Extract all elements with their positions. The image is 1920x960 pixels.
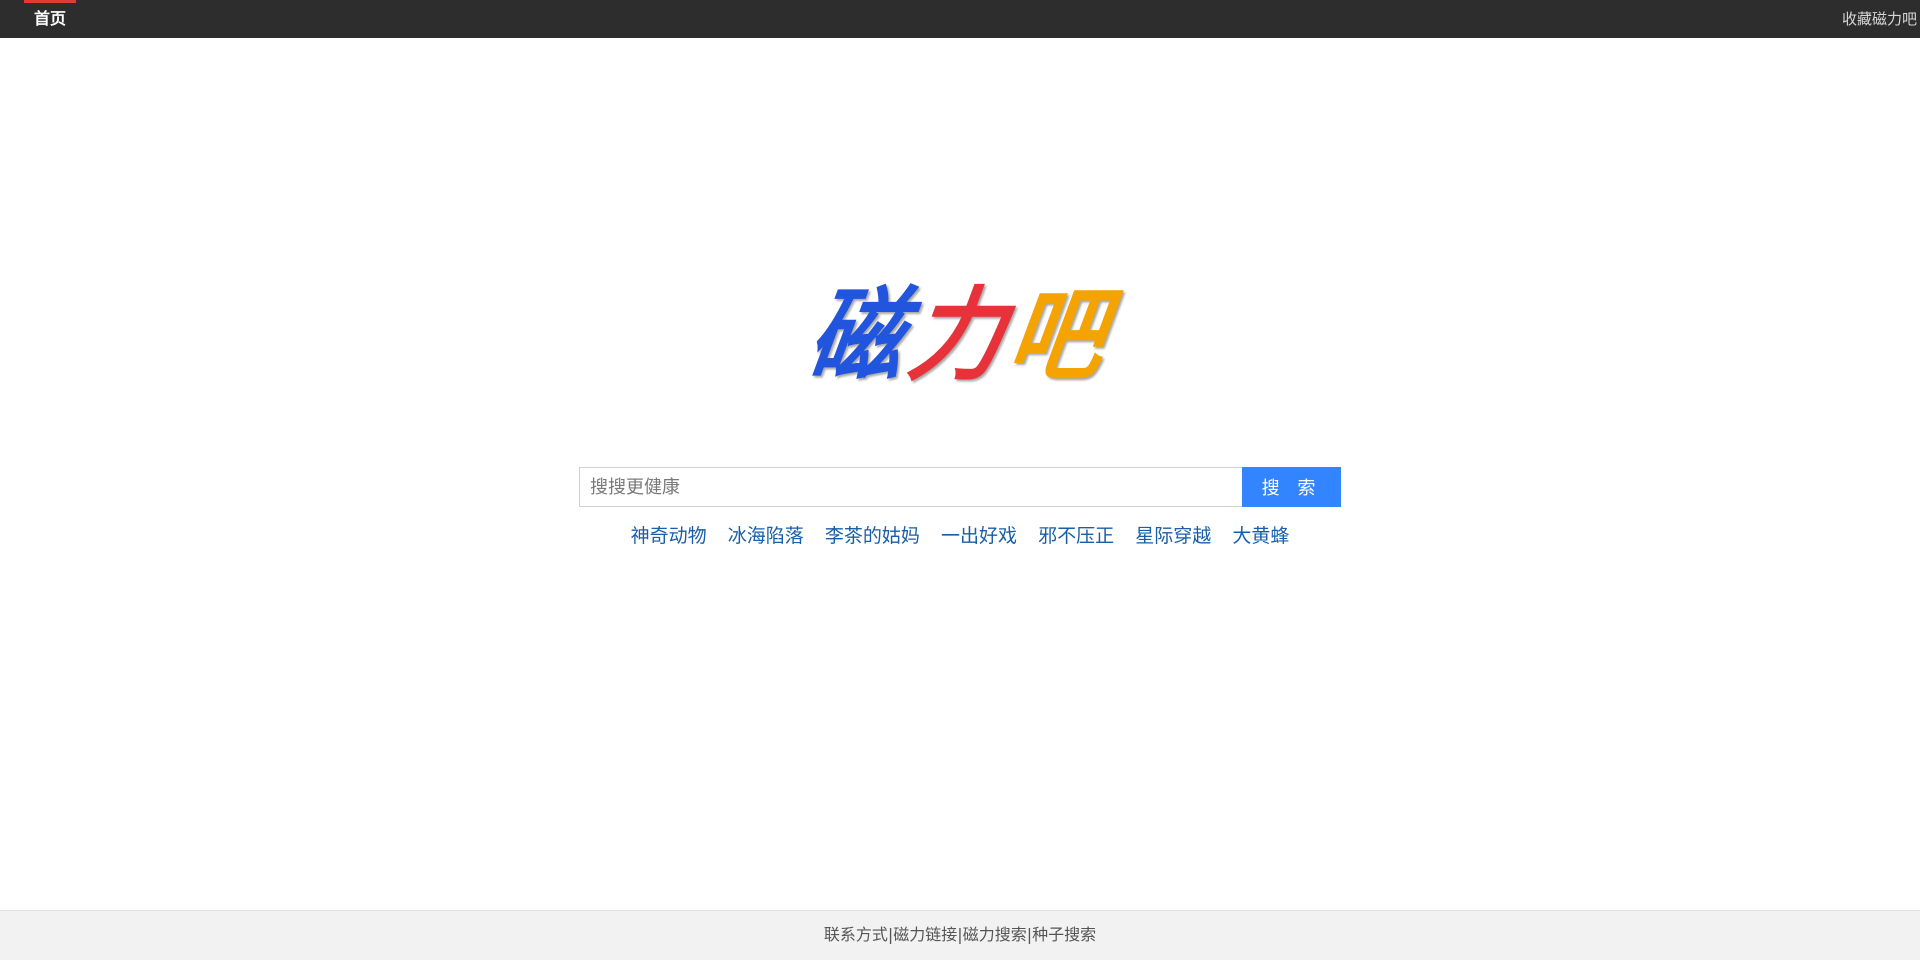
search-form: 搜 索	[579, 467, 1341, 507]
hot-link[interactable]: 大黄蜂	[1232, 522, 1289, 550]
hot-link[interactable]: 一出好戏	[941, 522, 1017, 550]
search-input[interactable]	[579, 467, 1242, 507]
footer-link-torrent-search[interactable]: 种子搜索	[1032, 925, 1096, 944]
hot-search-links: 神奇动物 冰海陷落 李茶的姑妈 一出好戏 邪不压正 星际穿越 大黄蜂	[0, 522, 1920, 550]
nav-home-tab[interactable]: 首页	[24, 0, 76, 38]
top-nav-bar: 首页 收藏磁力吧	[0, 0, 1920, 38]
logo-char-1: 磁	[801, 277, 919, 396]
logo-char-2: 力	[901, 277, 1019, 396]
footer-link-contact[interactable]: 联系方式	[824, 925, 888, 944]
search-button[interactable]: 搜 索	[1242, 467, 1341, 507]
hot-link[interactable]: 神奇动物	[631, 522, 707, 550]
bookmark-site-link[interactable]: 收藏磁力吧	[1842, 0, 1917, 38]
hot-link[interactable]: 星际穿越	[1135, 522, 1211, 550]
hot-link[interactable]: 冰海陷落	[728, 522, 804, 550]
page-footer: 联系方式|磁力链接|磁力搜索|种子搜索	[0, 910, 1920, 960]
footer-link-magnet[interactable]: 磁力链接	[893, 925, 957, 944]
footer-link-magnet-search[interactable]: 磁力搜索	[963, 925, 1027, 944]
logo-char-3: 吧	[1001, 277, 1119, 396]
site-logo: 磁力吧	[0, 278, 1920, 396]
hot-link[interactable]: 邪不压正	[1038, 522, 1114, 550]
hot-link[interactable]: 李茶的姑妈	[825, 522, 920, 550]
